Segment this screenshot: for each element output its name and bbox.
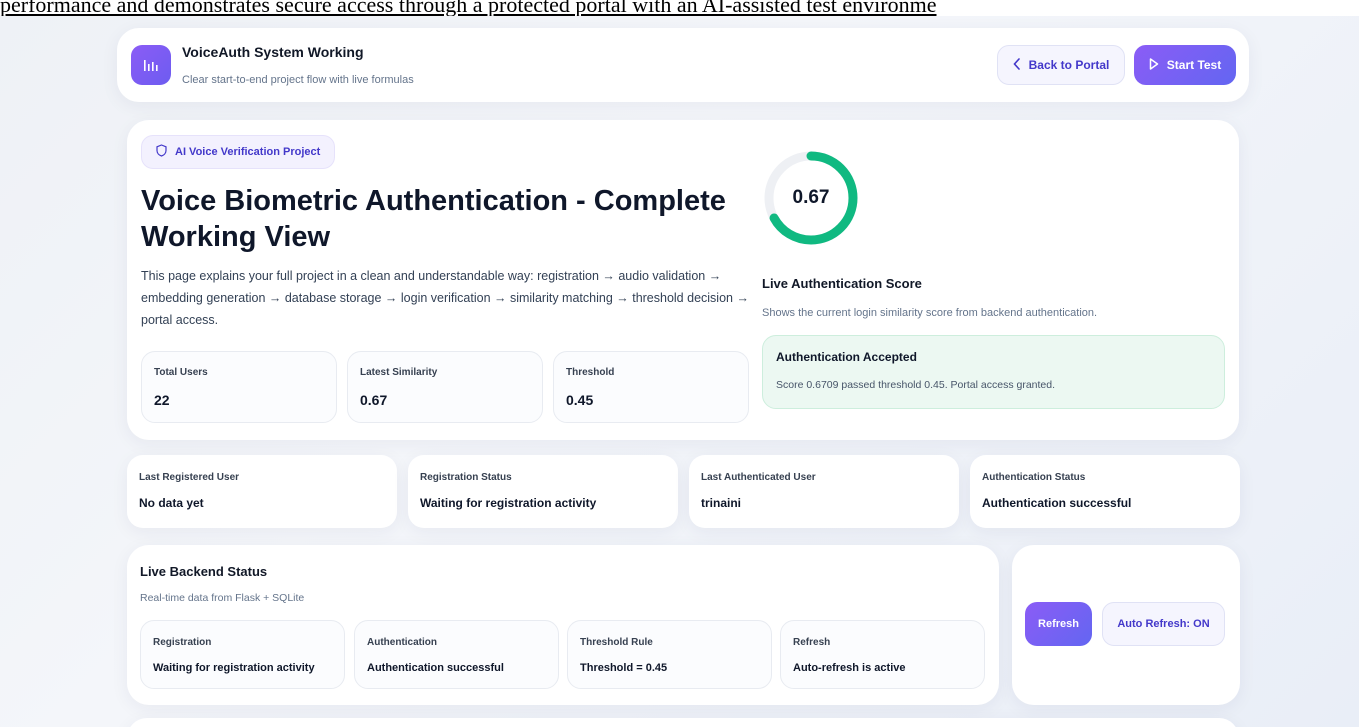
next-section-card: [127, 718, 1239, 727]
backend-item-label: Threshold Rule: [580, 637, 653, 648]
info-card-last-authenticated-user: Last Authenticated User trinaini: [689, 455, 959, 528]
backend-title: Live Backend Status: [140, 564, 268, 579]
auth-result-message: Score 0.6709 passed threshold 0.45. Port…: [776, 379, 1056, 391]
audio-bars-icon: [131, 45, 171, 85]
start-test-button[interactable]: Start Test: [1134, 45, 1236, 85]
backend-item-value: Threshold = 0.45: [580, 662, 668, 674]
backend-item-registration: Registration Waiting for registration ac…: [140, 620, 345, 689]
refresh-actions-panel: Refresh Auto Refresh: ON: [1012, 545, 1240, 705]
info-value: Waiting for registration activity: [420, 496, 597, 510]
chevron-left-icon: [1013, 57, 1021, 73]
stat-latest-similarity: Latest Similarity 0.67: [347, 351, 543, 423]
info-value: trinaini: [701, 496, 742, 510]
stat-value: 0.67: [360, 392, 388, 408]
info-card-authentication-status: Authentication Status Authentication suc…: [970, 455, 1240, 528]
stat-value: 22: [154, 392, 170, 408]
backend-item-authentication: Authentication Authentication successful: [354, 620, 559, 689]
app-title: VoiceAuth System Working: [182, 44, 364, 60]
play-icon: [1149, 57, 1159, 73]
info-card-registration-status: Registration Status Waiting for registra…: [408, 455, 678, 528]
stat-label: Total Users: [154, 367, 208, 378]
refresh-button[interactable]: Refresh: [1025, 602, 1092, 646]
info-label: Authentication Status: [982, 472, 1086, 483]
project-badge-label: AI Voice Verification Project: [175, 146, 321, 158]
backend-item-value: Authentication successful: [367, 662, 504, 674]
backend-item-refresh: Refresh Auto-refresh is active: [780, 620, 985, 689]
backend-subtitle: Real-time data from Flask + SQLite: [140, 592, 305, 604]
score-title: Live Authentication Score: [762, 276, 922, 291]
app-header: VoiceAuth System Working Clear start-to-…: [117, 28, 1249, 102]
info-label: Last Authenticated User: [701, 472, 816, 483]
info-card-last-registered-user: Last Registered User No data yet: [127, 455, 397, 528]
start-test-label: Start Test: [1166, 58, 1222, 72]
gauge-value: 0.67: [792, 187, 830, 208]
document-caption: performance and demonstrates secure acce…: [0, 0, 1359, 16]
page-title: Voice Biometric Authentication - Complet…: [141, 185, 726, 253]
info-label: Registration Status: [420, 472, 512, 483]
backend-item-threshold-rule: Threshold Rule Threshold = 0.45: [567, 620, 772, 689]
backend-item-value: Waiting for registration activity: [153, 662, 315, 674]
backend-item-label: Authentication: [367, 637, 437, 648]
backend-item-value: Auto-refresh is active: [793, 662, 906, 674]
stat-threshold: Threshold 0.45: [553, 351, 749, 423]
back-to-portal-label: Back to Portal: [1028, 58, 1110, 72]
stat-total-users: Total Users 22: [141, 351, 337, 423]
stat-label: Latest Similarity: [360, 367, 438, 378]
stat-label: Threshold: [566, 367, 615, 378]
backend-item-label: Registration: [153, 637, 212, 648]
info-label: Last Registered User: [139, 472, 240, 483]
auth-result-title: Authentication Accepted: [776, 350, 917, 364]
auth-result-panel: Authentication Accepted Score 0.6709 pas…: [762, 335, 1225, 409]
back-to-portal-button[interactable]: Back to Portal: [997, 45, 1125, 85]
info-value: No data yet: [139, 496, 204, 510]
stat-value: 0.45: [566, 392, 594, 408]
shield-icon: [156, 144, 167, 160]
backend-status-panel: Live Backend Status Real-time data from …: [127, 545, 999, 705]
project-badge: AI Voice Verification Project: [141, 135, 336, 169]
backend-item-label: Refresh: [793, 637, 831, 648]
hero-panel: AI Voice Verification Project Voice Biom…: [127, 120, 1239, 440]
auto-refresh-toggle[interactable]: Auto Refresh: ON: [1102, 602, 1225, 646]
score-subtitle: Shows the current login similarity score…: [762, 307, 1098, 319]
page-description: This page explains your full project in …: [141, 269, 749, 327]
info-value: Authentication successful: [982, 496, 1132, 510]
app-subtitle: Clear start-to-end project flow with liv…: [182, 74, 414, 86]
